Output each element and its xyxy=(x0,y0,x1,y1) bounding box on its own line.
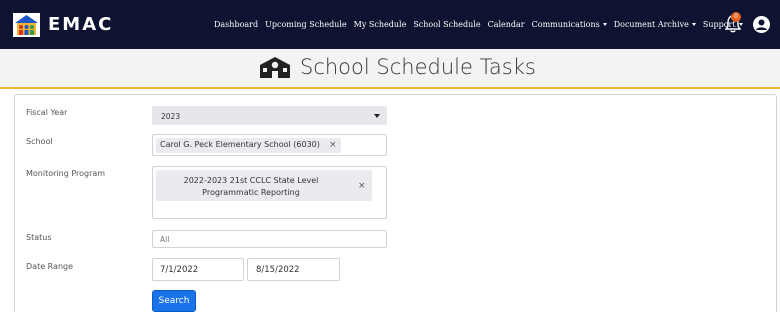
monitoring-program-tag-line1: 2022-2023 21st CCLC State Level xyxy=(183,176,319,185)
brand[interactable]: EMAC xyxy=(13,12,114,37)
fiscal-year-select[interactable]: 2023 xyxy=(152,106,387,125)
nav-school-schedule[interactable]: School Schedule xyxy=(413,20,480,29)
user-circle-icon[interactable] xyxy=(753,16,770,33)
page-title: School Schedule Tasks xyxy=(300,55,536,79)
nav-dashboard-label: Dashboard xyxy=(214,20,259,29)
monitoring-program-tag-line2: Programmatic Reporting xyxy=(202,188,300,197)
monitoring-program-multiselect[interactable]: 2022-2023 21st CCLC State Level Programm… xyxy=(152,166,387,219)
date-range-label: Date Range xyxy=(26,262,74,271)
notification-count-badge: 0 xyxy=(731,12,741,22)
school-tag: Carol G. Peck Elementary School (6030) × xyxy=(156,138,341,153)
fiscal-year-label: Fiscal Year xyxy=(26,108,68,117)
end-date-value: 8/15/2022 xyxy=(256,265,300,275)
caret-down-icon xyxy=(602,23,607,26)
nav-calendar[interactable]: Calendar xyxy=(488,20,525,29)
monitoring-program-label: Monitoring Program xyxy=(26,169,106,178)
start-date-input[interactable]: 7/1/2022 xyxy=(152,258,244,281)
nav-document-archive-label: Document Archive xyxy=(613,20,689,29)
nav-communications-label: Communications xyxy=(531,20,600,29)
end-date-input[interactable]: 8/15/2022 xyxy=(247,258,340,281)
status-label: Status xyxy=(26,233,52,242)
school-label: School xyxy=(26,137,53,146)
status-input[interactable] xyxy=(152,230,387,248)
school-tag-label: Carol G. Peck Elementary School (6030) xyxy=(160,140,320,149)
monitoring-program-tag: 2022-2023 21st CCLC State Level Programm… xyxy=(156,170,372,201)
fiscal-year-value: 2023 xyxy=(161,112,181,121)
remove-program-icon[interactable]: × xyxy=(358,181,366,191)
nav-communications[interactable]: Communications xyxy=(532,20,607,29)
brand-name: EMAC xyxy=(48,14,114,35)
filter-card xyxy=(14,94,777,312)
main-nav: Dashboard Upcoming Schedule My Schedule … xyxy=(214,0,750,49)
notifications-button[interactable]: 0 xyxy=(724,12,742,34)
school-building-icon xyxy=(260,57,290,78)
page-header: School Schedule Tasks xyxy=(0,49,780,89)
remove-school-icon[interactable]: × xyxy=(329,140,337,150)
caret-down-icon xyxy=(374,114,380,118)
nav-my-schedule[interactable]: My Schedule xyxy=(354,20,407,29)
nav-school-schedule-label: School Schedule xyxy=(413,20,481,29)
school-multiselect[interactable]: Carol G. Peck Elementary School (6030) × xyxy=(152,134,387,156)
nav-upcoming-schedule-label: Upcoming Schedule xyxy=(265,20,347,29)
start-date-value: 7/1/2022 xyxy=(160,265,199,275)
nav-my-schedule-label: My Schedule xyxy=(353,20,407,29)
nav-dashboard[interactable]: Dashboard xyxy=(214,20,258,29)
nav-calendar-label: Calendar xyxy=(487,20,525,29)
page-title-wrap: School Schedule Tasks xyxy=(258,55,536,79)
caret-down-icon xyxy=(691,23,696,26)
emac-logo-icon xyxy=(13,12,40,37)
top-navbar: EMAC Dashboard Upcoming Schedule My Sche… xyxy=(0,0,780,49)
nav-upcoming-schedule[interactable]: Upcoming Schedule xyxy=(265,20,347,29)
nav-document-archive[interactable]: Document Archive xyxy=(614,20,696,29)
search-button[interactable]: Search xyxy=(152,290,196,312)
